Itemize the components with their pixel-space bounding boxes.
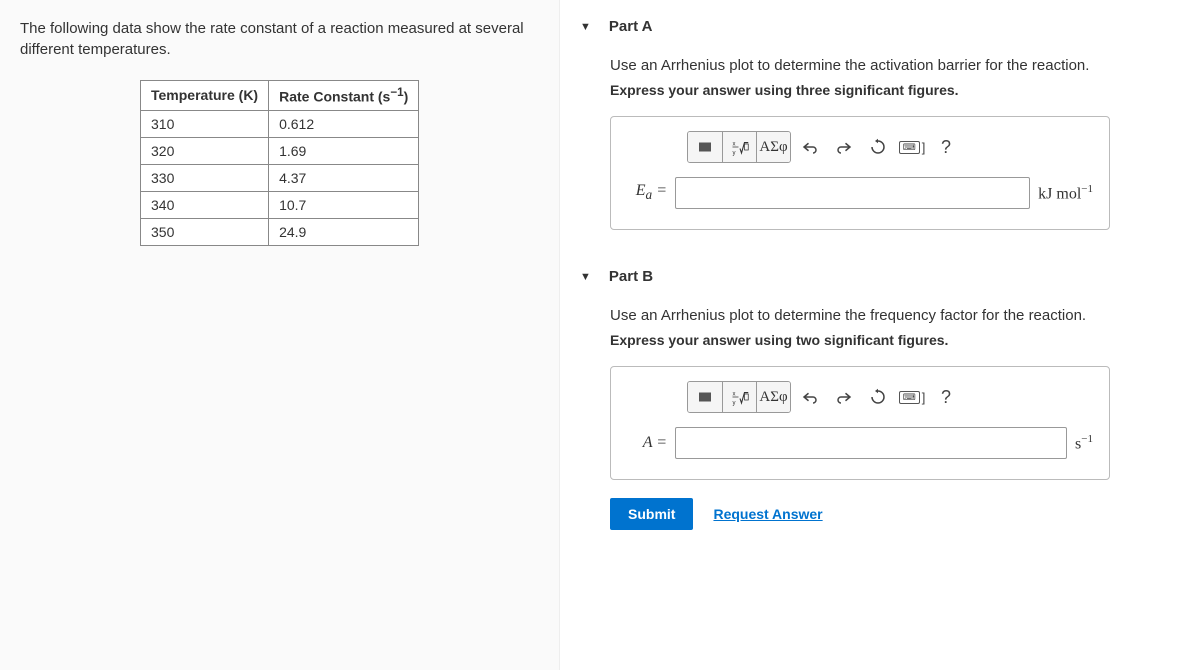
reset-button[interactable]	[863, 382, 893, 412]
svg-text:y: y	[732, 151, 735, 157]
part-b-title: Part B	[609, 268, 653, 285]
svg-text:x: x	[732, 392, 735, 398]
greek-letters-button[interactable]: ΑΣφ	[756, 382, 790, 412]
part-a-header[interactable]: ▼ Part A	[580, 10, 1170, 43]
answer-panel: ▼ Part A Use an Arrhenius plot to determ…	[560, 0, 1200, 670]
part-b-instruction: Use an Arrhenius plot to determine the f…	[610, 307, 1170, 324]
table-row: 35024.9	[141, 218, 419, 245]
submit-button[interactable]: Submit	[610, 498, 693, 530]
rectangle-icon	[696, 388, 714, 406]
formatting-toolbar: x y ΑΣφ	[687, 381, 1093, 413]
rectangle-icon	[696, 138, 714, 156]
undo-button[interactable]	[795, 132, 825, 162]
keyboard-button[interactable]: ⌨ ]	[897, 382, 927, 412]
part-a-answer-box: x y ΑΣφ	[610, 116, 1110, 230]
table-row: 3201.69	[141, 137, 419, 164]
part-a-title: Part A	[609, 18, 653, 35]
greek-letters-button[interactable]: ΑΣφ	[756, 132, 790, 162]
redo-icon	[835, 388, 853, 406]
keyboard-icon: ⌨	[899, 141, 920, 154]
question-panel: The following data show the rate constan…	[0, 0, 560, 670]
part-a-sigfig: Express your answer using three signific…	[610, 82, 1170, 98]
math-root-button[interactable]: x y	[722, 382, 756, 412]
part-a-answer-input[interactable]	[675, 177, 1030, 209]
keyboard-icon: ⌨	[899, 391, 920, 404]
reset-icon	[869, 138, 887, 156]
part-a-instruction: Use an Arrhenius plot to determine the a…	[610, 57, 1170, 74]
part-a-body: Use an Arrhenius plot to determine the a…	[580, 43, 1170, 260]
undo-icon	[801, 138, 819, 156]
table-row: 3304.37	[141, 164, 419, 191]
unit-label-kjmol: kJ mol−1	[1038, 183, 1093, 203]
request-answer-link[interactable]: Request Answer	[713, 506, 822, 522]
math-root-button[interactable]: x y	[722, 132, 756, 162]
part-b-answer-input[interactable]	[675, 427, 1067, 459]
template-button[interactable]	[688, 132, 722, 162]
part-b-body: Use an Arrhenius plot to determine the f…	[580, 293, 1170, 560]
unit-label-s: s−1	[1075, 433, 1093, 453]
data-table: Temperature (K) Rate Constant (s−1) 3100…	[140, 80, 419, 246]
root-fraction-icon: x y	[731, 138, 749, 156]
intro-text: The following data show the rate constan…	[20, 18, 539, 60]
part-b-header[interactable]: ▼ Part B	[580, 260, 1170, 293]
table-row: 34010.7	[141, 191, 419, 218]
keyboard-button[interactable]: ⌨ ]	[897, 132, 927, 162]
help-button[interactable]: ?	[931, 382, 961, 412]
table-header-rate: Rate Constant (s−1)	[269, 81, 419, 111]
formatting-toolbar: x y ΑΣφ	[687, 131, 1093, 163]
undo-icon	[801, 388, 819, 406]
caret-down-icon: ▼	[580, 271, 591, 283]
svg-text:x: x	[732, 142, 735, 148]
reset-icon	[869, 388, 887, 406]
redo-icon	[835, 138, 853, 156]
variable-label-ea: Ea =	[627, 182, 667, 203]
svg-text:y: y	[732, 401, 735, 407]
redo-button[interactable]	[829, 382, 859, 412]
table-row: 3100.612	[141, 110, 419, 137]
part-b-sigfig: Express your answer using two significan…	[610, 332, 1170, 348]
help-button[interactable]: ?	[931, 132, 961, 162]
caret-down-icon: ▼	[580, 21, 591, 33]
template-button[interactable]	[688, 382, 722, 412]
undo-button[interactable]	[795, 382, 825, 412]
root-fraction-icon: x y	[731, 388, 749, 406]
part-b-answer-box: x y ΑΣφ	[610, 366, 1110, 480]
redo-button[interactable]	[829, 132, 859, 162]
reset-button[interactable]	[863, 132, 893, 162]
variable-label-a: A =	[627, 434, 667, 452]
table-header-temp: Temperature (K)	[141, 81, 269, 111]
